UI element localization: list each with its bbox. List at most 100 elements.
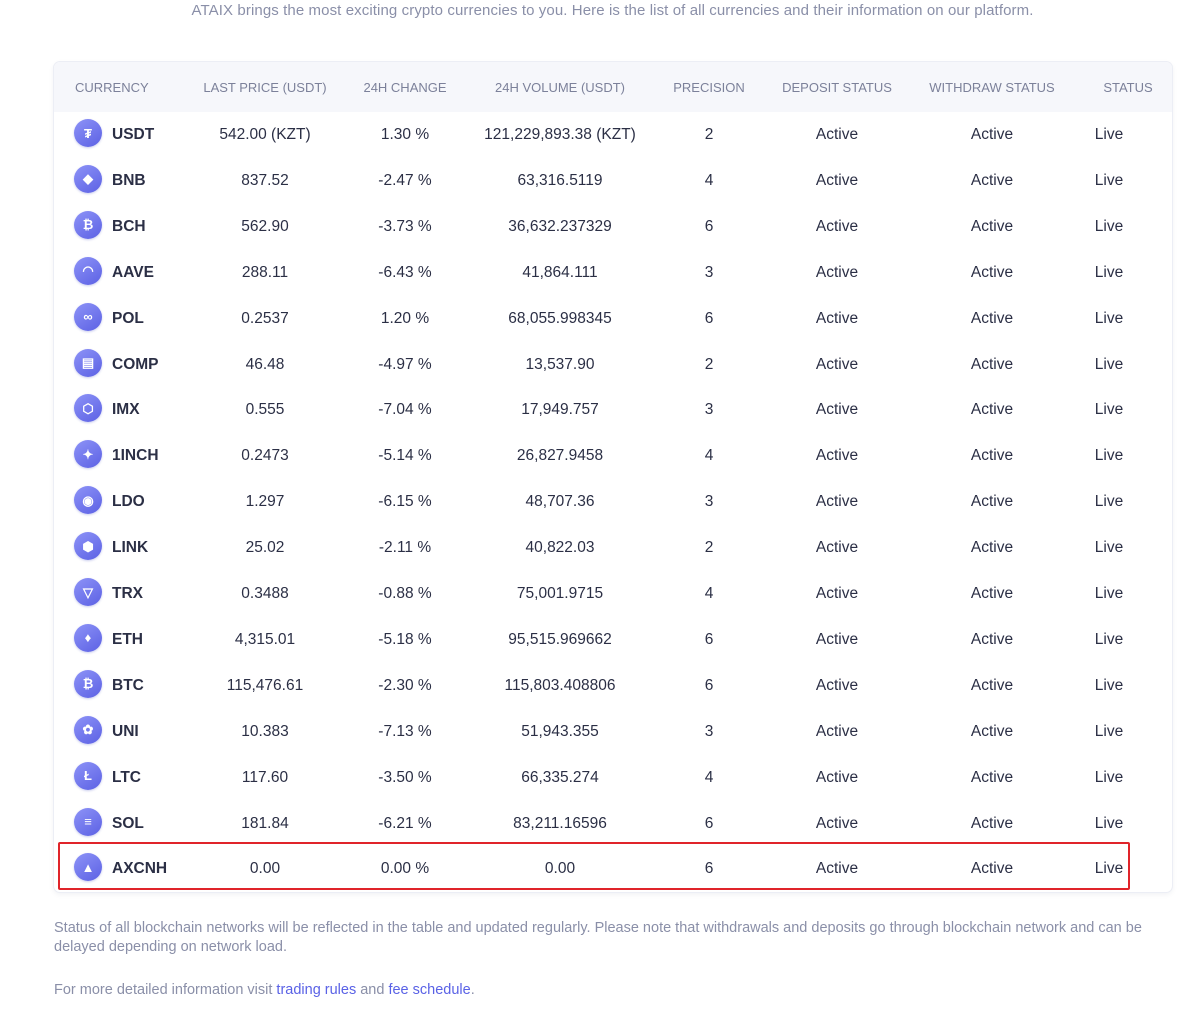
cell-withdraw-status: Active — [970, 676, 1014, 694]
cell-24h-volume: 13,537.90 — [525, 355, 595, 373]
table-header: CURRENCY LAST PRICE (USDT) 24H CHANGE 24… — [54, 62, 1172, 112]
cell-precision: 6 — [704, 630, 714, 648]
table-row: ▤ COMP 46.48 -4.97 % 13,537.90 2 Active Active L… — [54, 342, 1172, 388]
column-header-currency: CURRENCY — [75, 80, 149, 95]
cell-precision: 2 — [704, 355, 714, 373]
cell-currency: AAVE — [112, 263, 154, 281]
cell-deposit-status: Active — [815, 171, 859, 189]
cell-withdraw-status: Active — [970, 585, 1014, 602]
table-row: ₿ BTC 115,476.61 -2.30 % 115,803.408806 6 Acti… — [54, 663, 1172, 709]
cell-last-price: 542.00 (KZT) — [219, 126, 311, 143]
uniswap-icon: ✿ — [74, 715, 102, 744]
bitcoin-icon: ₿ — [74, 669, 102, 698]
cell-last-price: 0.2537 — [241, 309, 289, 327]
cell-last-price: 46.48 — [245, 355, 285, 373]
cell-last-price: 117.60 — [241, 768, 289, 786]
cell-deposit-status: Active — [815, 585, 859, 602]
cell-currency: AXCNH — [112, 860, 168, 878]
cell-24h-change: -3.50 % — [378, 768, 432, 786]
cell-precision: 4 — [704, 585, 714, 602]
cell-withdraw-status: Active — [970, 447, 1014, 465]
cell-status: Live — [1094, 171, 1124, 189]
lido-icon: ◉ — [74, 486, 102, 515]
cell-status: Live — [1094, 217, 1124, 235]
cell-last-price: 0.00 — [249, 860, 281, 878]
fee-schedule-link[interactable]: fee schedule — [388, 982, 470, 998]
cell-currency: COMP — [112, 355, 159, 373]
cell-last-price: 0.555 — [245, 401, 285, 419]
cell-last-price: 0.2473 — [241, 447, 289, 465]
cell-24h-volume: 83,211.16596 — [513, 814, 607, 832]
cell-deposit-status: Active — [815, 493, 859, 511]
cell-last-price: 181.84 — [241, 814, 289, 832]
table-row: ≡ SOL 181.84 -6.21 % 83,211.16596 6 Active Acti… — [54, 801, 1172, 847]
cell-24h-volume: 75,001.9715 — [516, 585, 604, 602]
cell-deposit-status: Active — [815, 630, 859, 648]
cell-last-price: 562.90 — [241, 217, 289, 235]
cell-24h-change: -7.04 % — [378, 401, 432, 419]
trading-rules-link[interactable]: trading rules — [276, 982, 356, 998]
cell-withdraw-status: Active — [970, 493, 1014, 511]
cell-last-price: 10.383 — [241, 722, 289, 740]
table-row: ∞ POL 0.2537 1.20 % 68,055.998345 6 Active Acti… — [54, 296, 1172, 342]
column-header-status: STATUS — [1103, 80, 1153, 95]
table-row: ◠ AAVE 288.11 -6.43 % 41,864.111 3 Active Activ… — [54, 250, 1172, 296]
axcnh-icon: ▲ — [74, 853, 102, 882]
cell-last-price: 288.11 — [241, 263, 289, 281]
cell-withdraw-status: Active — [970, 722, 1014, 740]
more-info-prefix: For more detailed information visit — [54, 982, 277, 998]
cell-deposit-status: Active — [815, 309, 859, 327]
cell-24h-change: -0.88 % — [378, 585, 432, 602]
cell-status: Live — [1094, 676, 1124, 694]
cell-24h-volume: 41,864.111 — [522, 263, 598, 281]
cell-status: Live — [1094, 860, 1124, 878]
cell-last-price: 4,315.01 — [234, 630, 296, 648]
cell-withdraw-status: Active — [970, 768, 1014, 786]
cell-24h-change: -2.47 % — [378, 171, 432, 189]
cell-24h-volume: 51,943.355 — [521, 722, 599, 740]
cell-precision: 3 — [704, 722, 714, 740]
cell-deposit-status: Active — [815, 447, 859, 465]
cell-deposit-status: Active — [815, 263, 859, 281]
cell-24h-change: -2.30 % — [378, 676, 432, 694]
cell-24h-change: -4.97 % — [378, 355, 432, 373]
cell-24h-change: -5.14 % — [378, 447, 432, 465]
cell-precision: 3 — [704, 401, 714, 419]
cell-currency: BNB — [112, 171, 146, 189]
cell-24h-change: -7.13 % — [378, 722, 432, 740]
immutable-x-icon: ⬡ — [74, 394, 102, 423]
cell-deposit-status: Active — [815, 722, 859, 740]
cell-status: Live — [1094, 493, 1124, 511]
column-header-withdraw-status: WITHDRAW STATUS — [929, 80, 1055, 95]
cell-24h-volume: 95,515.969662 — [508, 630, 612, 648]
cell-status: Live — [1094, 401, 1124, 419]
table-row: ₿ BCH 562.90 -3.73 % 36,632.237329 6 Active Act… — [54, 204, 1172, 250]
cell-withdraw-status: Active — [970, 263, 1014, 281]
cell-withdraw-status: Active — [970, 860, 1014, 878]
cell-24h-volume: 115,803.408806 — [504, 676, 616, 694]
cell-precision: 6 — [704, 814, 714, 832]
column-header-24h-change: 24H CHANGE — [363, 80, 447, 95]
cell-currency: 1INCH — [112, 447, 159, 465]
cell-currency: LINK — [112, 539, 149, 557]
cell-currency: POL — [112, 309, 144, 327]
more-info-suffix: . — [470, 982, 475, 998]
cell-last-price: 0.3488 — [241, 585, 289, 602]
cell-currency: TRX — [112, 585, 143, 602]
cell-status: Live — [1094, 355, 1124, 373]
litecoin-icon: Ł — [74, 761, 102, 790]
cell-precision: 2 — [704, 126, 714, 143]
cell-status: Live — [1094, 126, 1124, 143]
cell-24h-volume: 66,335.274 — [521, 768, 599, 786]
polygon-icon: ∞ — [74, 302, 102, 331]
cell-withdraw-status: Active — [970, 539, 1014, 557]
cell-withdraw-status: Active — [970, 171, 1014, 189]
cell-status: Live — [1094, 447, 1124, 465]
cell-status: Live — [1094, 722, 1124, 740]
cell-precision: 3 — [704, 493, 714, 511]
cell-24h-volume: 40,822.03 — [525, 539, 595, 557]
cell-24h-volume: 36,632.237329 — [508, 217, 612, 235]
table-row: ▽ TRX 0.3488 -0.88 % 75,001.9715 4 Active Activ… — [54, 571, 1172, 617]
cell-24h-change: 1.20 % — [380, 309, 430, 327]
table-row: ◉ LDO 1.297 -6.15 % 48,707.36 3 Active Active Li… — [54, 479, 1172, 525]
